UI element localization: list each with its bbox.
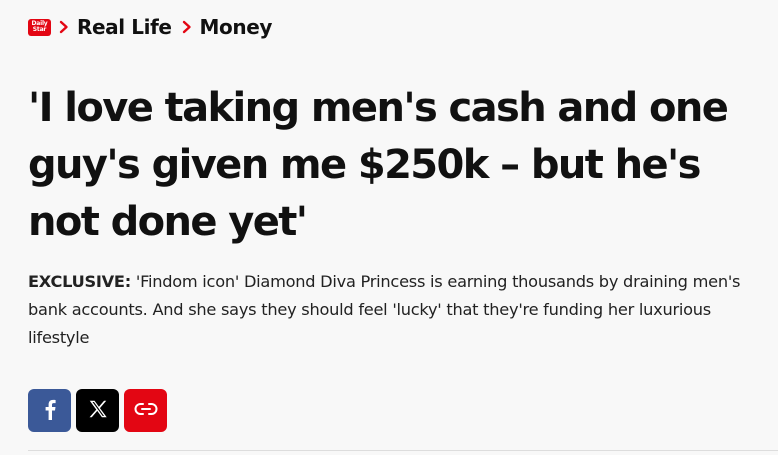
chevron-right-icon xyxy=(180,17,194,37)
divider xyxy=(28,450,778,451)
breadcrumb-money[interactable]: Money xyxy=(200,12,273,42)
article-headline: 'I love taking men's cash and one guy's … xyxy=(28,85,729,245)
article-standfirst: EXCLUSIVE: 'Findom icon' Diamond Diva Pr… xyxy=(28,268,758,352)
chevron-right-icon xyxy=(57,17,71,37)
home-logo[interactable]: Daily Star xyxy=(28,18,51,36)
exclusive-label: EXCLUSIVE: xyxy=(28,272,131,291)
share-bar xyxy=(28,389,167,432)
facebook-icon xyxy=(44,398,56,424)
article-page: Daily Star Real Life Money 'I love takin… xyxy=(0,0,778,455)
breadcrumb: Daily Star Real Life Money xyxy=(28,12,280,42)
link-icon xyxy=(134,401,158,420)
logo-text: Daily Star xyxy=(31,20,48,33)
share-x-button[interactable] xyxy=(76,389,119,432)
copy-link-button[interactable] xyxy=(124,389,167,432)
share-facebook-button[interactable] xyxy=(28,389,71,432)
x-icon xyxy=(87,398,109,424)
breadcrumb-real-life[interactable]: Real Life xyxy=(77,12,172,42)
standfirst-text: 'Findom icon' Diamond Diva Princess is e… xyxy=(28,272,741,347)
